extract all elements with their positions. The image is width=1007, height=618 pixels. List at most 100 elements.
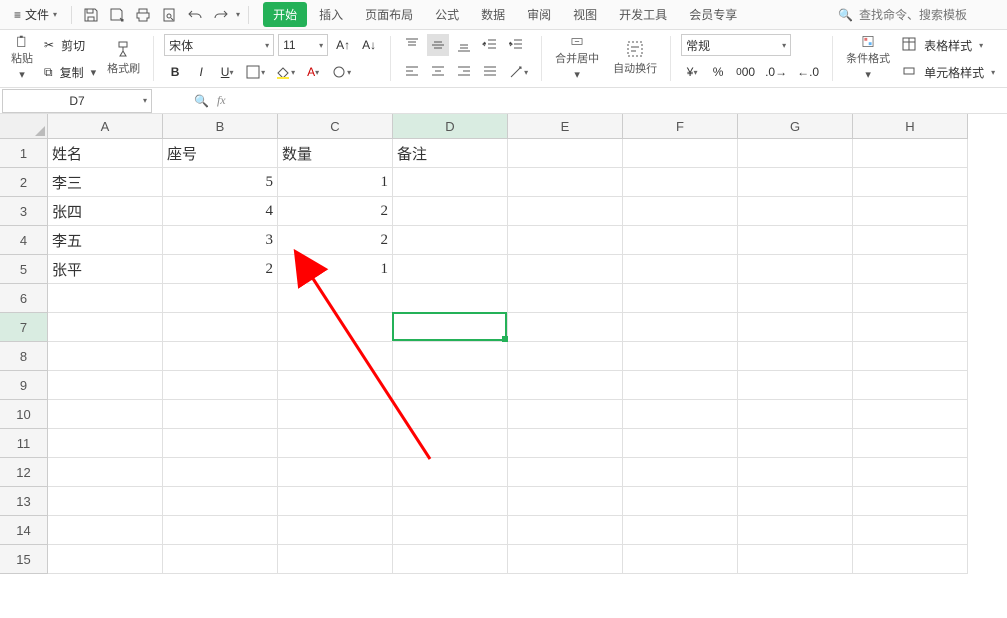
cell[interactable] [278, 487, 393, 516]
cell[interactable] [508, 226, 623, 255]
cell[interactable] [623, 371, 738, 400]
cell[interactable] [508, 516, 623, 545]
cell[interactable] [508, 197, 623, 226]
cell[interactable] [508, 371, 623, 400]
wrap-text-button[interactable]: 自动换行 [610, 34, 660, 82]
cell[interactable] [508, 458, 623, 487]
cell[interactable]: 2 [278, 197, 393, 226]
tab-page-layout[interactable]: 页面布局 [355, 2, 423, 27]
select-all-corner[interactable] [0, 114, 48, 139]
tab-insert[interactable]: 插入 [309, 2, 353, 27]
print-preview-icon[interactable] [158, 4, 180, 26]
cell[interactable] [163, 429, 278, 458]
cell[interactable] [623, 139, 738, 168]
cell[interactable] [853, 284, 968, 313]
column-header[interactable]: H [853, 114, 968, 139]
cancel-icon[interactable]: 🔍 [194, 94, 209, 108]
column-header[interactable]: A [48, 114, 163, 139]
phonetic-button[interactable]: ▾ [328, 61, 354, 83]
cell[interactable] [163, 342, 278, 371]
cell[interactable] [853, 168, 968, 197]
bold-button[interactable]: B [164, 61, 186, 83]
row-header[interactable]: 15 [0, 545, 48, 574]
cell[interactable] [278, 342, 393, 371]
cell[interactable] [853, 197, 968, 226]
cell[interactable] [508, 139, 623, 168]
tab-formula[interactable]: 公式 [425, 2, 469, 27]
align-top-icon[interactable] [401, 34, 423, 56]
align-left-icon[interactable] [401, 61, 423, 83]
cell[interactable] [738, 487, 853, 516]
cell[interactable] [163, 487, 278, 516]
conditional-format-button[interactable]: 条件格式 ▾ [843, 34, 893, 82]
cell[interactable] [48, 400, 163, 429]
cell[interactable] [853, 545, 968, 574]
font-size-dropdown[interactable]: 11▾ [278, 34, 328, 56]
cell[interactable] [738, 313, 853, 342]
undo-icon[interactable] [184, 4, 206, 26]
cell[interactable] [738, 429, 853, 458]
tab-developer[interactable]: 开发工具 [609, 2, 677, 27]
cut-button[interactable]: 剪切 [58, 34, 88, 56]
currency-icon[interactable]: ¥▾ [681, 61, 703, 83]
cell[interactable] [278, 400, 393, 429]
name-box[interactable]: D7 ▾ [2, 89, 152, 113]
row-header[interactable]: 3 [0, 197, 48, 226]
formula-bar[interactable]: 🔍 fx [194, 93, 226, 108]
format-painter-button[interactable]: 格式刷 [104, 34, 143, 82]
cell[interactable] [738, 226, 853, 255]
cell[interactable] [738, 371, 853, 400]
cell[interactable] [623, 400, 738, 429]
cell[interactable]: 3 [163, 226, 278, 255]
cell[interactable] [48, 516, 163, 545]
cell[interactable] [393, 400, 508, 429]
cell[interactable]: 2 [278, 226, 393, 255]
cell[interactable] [738, 284, 853, 313]
cell[interactable]: 1 [278, 255, 393, 284]
number-format-dropdown[interactable]: 常规▾ [681, 34, 791, 56]
decrease-indent-icon[interactable] [479, 34, 501, 56]
row-header[interactable]: 9 [0, 371, 48, 400]
cell[interactable] [393, 197, 508, 226]
cell[interactable] [508, 400, 623, 429]
column-header[interactable]: E [508, 114, 623, 139]
cell[interactable]: 5 [163, 168, 278, 197]
cell[interactable] [853, 342, 968, 371]
merge-center-button[interactable]: 合并居中 ▾ [552, 34, 602, 82]
decrease-decimal-icon[interactable]: ←.0 [794, 61, 822, 83]
cell[interactable] [163, 516, 278, 545]
row-header[interactable]: 5 [0, 255, 48, 284]
cell[interactable]: 张四 [48, 197, 163, 226]
cell[interactable] [48, 545, 163, 574]
increase-decimal-icon[interactable]: .0→ [762, 61, 790, 83]
cell[interactable] [853, 371, 968, 400]
fill-color-button[interactable]: ▾ [272, 61, 298, 83]
cell[interactable] [738, 255, 853, 284]
align-right-icon[interactable] [453, 61, 475, 83]
cell[interactable] [278, 429, 393, 458]
cell[interactable] [393, 342, 508, 371]
cell[interactable] [853, 400, 968, 429]
row-header[interactable]: 11 [0, 429, 48, 458]
cell[interactable] [278, 516, 393, 545]
save-as-icon[interactable] [106, 4, 128, 26]
cell[interactable] [48, 458, 163, 487]
cell-style-button[interactable]: 单元格样式 [921, 61, 987, 83]
cell[interactable] [738, 139, 853, 168]
cell[interactable] [853, 255, 968, 284]
percent-icon[interactable]: % [707, 61, 729, 83]
cell[interactable] [853, 429, 968, 458]
cell[interactable]: 1 [278, 168, 393, 197]
cell[interactable] [278, 371, 393, 400]
cell[interactable] [508, 284, 623, 313]
tab-review[interactable]: 审阅 [517, 2, 561, 27]
table-style-button[interactable]: 表格样式 [921, 34, 975, 56]
cell[interactable] [163, 458, 278, 487]
cell[interactable] [278, 284, 393, 313]
cell[interactable] [48, 342, 163, 371]
cell[interactable] [393, 284, 508, 313]
cell[interactable] [853, 487, 968, 516]
paste-button[interactable]: 粘贴 ▾ [8, 34, 36, 82]
row-header[interactable]: 10 [0, 400, 48, 429]
row-header[interactable]: 1 [0, 139, 48, 168]
